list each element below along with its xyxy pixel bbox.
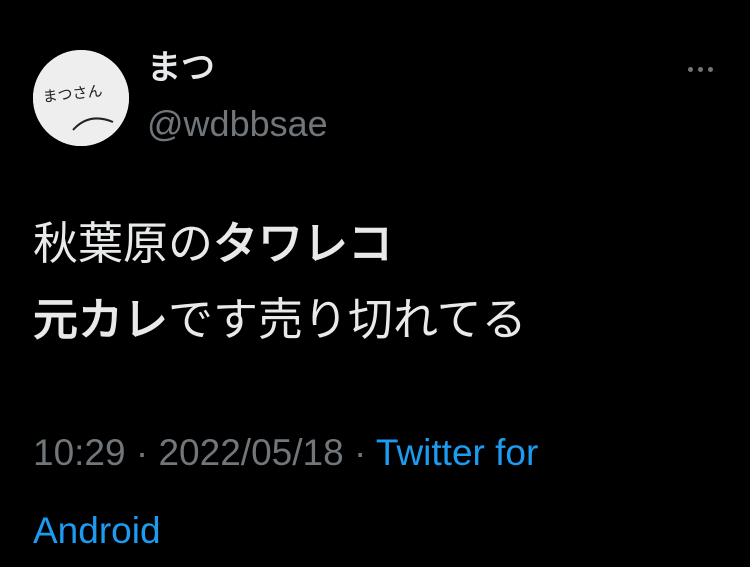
avatar-image: まつさん — [33, 50, 129, 146]
more-options-button[interactable] — [680, 56, 720, 82]
tweet-text: 秋葉原のタワレコ 元カレです売り切れてる — [33, 206, 723, 358]
tweet-source-link-continued[interactable]: Android — [33, 510, 161, 551]
more-horizontal-icon-dot — [697, 66, 703, 72]
tweet-time[interactable]: 10:29 — [33, 432, 126, 473]
tweet-meta: 10:29 · 2022/05/18 · Twitter for Android — [33, 414, 733, 567]
user-handle[interactable]: @wdbbsae — [147, 102, 328, 146]
more-horizontal-icon — [687, 66, 693, 72]
tweet-text-bold: タワレコ — [213, 217, 394, 270]
display-name[interactable]: まつ — [147, 46, 215, 90]
tweet-text-regular: です売り切れてる — [168, 293, 527, 346]
tweet-text-bold: 元カレ — [33, 293, 169, 346]
tweet-meta-line-2: Android — [33, 492, 733, 567]
avatar[interactable]: まつさん — [33, 50, 129, 146]
meta-separator: · — [343, 432, 376, 473]
tweet-date[interactable]: 2022/05/18 — [158, 432, 343, 473]
tweet-text-regular: 秋葉原の — [33, 217, 214, 270]
tweet-source-link[interactable]: Twitter for — [376, 432, 538, 473]
tweet-meta-line-1: 10:29 · 2022/05/18 · Twitter for — [33, 414, 733, 492]
more-horizontal-icon-dot — [707, 66, 713, 72]
meta-separator: · — [125, 432, 159, 473]
tweet-line-1: 秋葉原のタワレコ — [33, 206, 723, 282]
tweet-line-2: 元カレです売り切れてる — [33, 282, 723, 358]
